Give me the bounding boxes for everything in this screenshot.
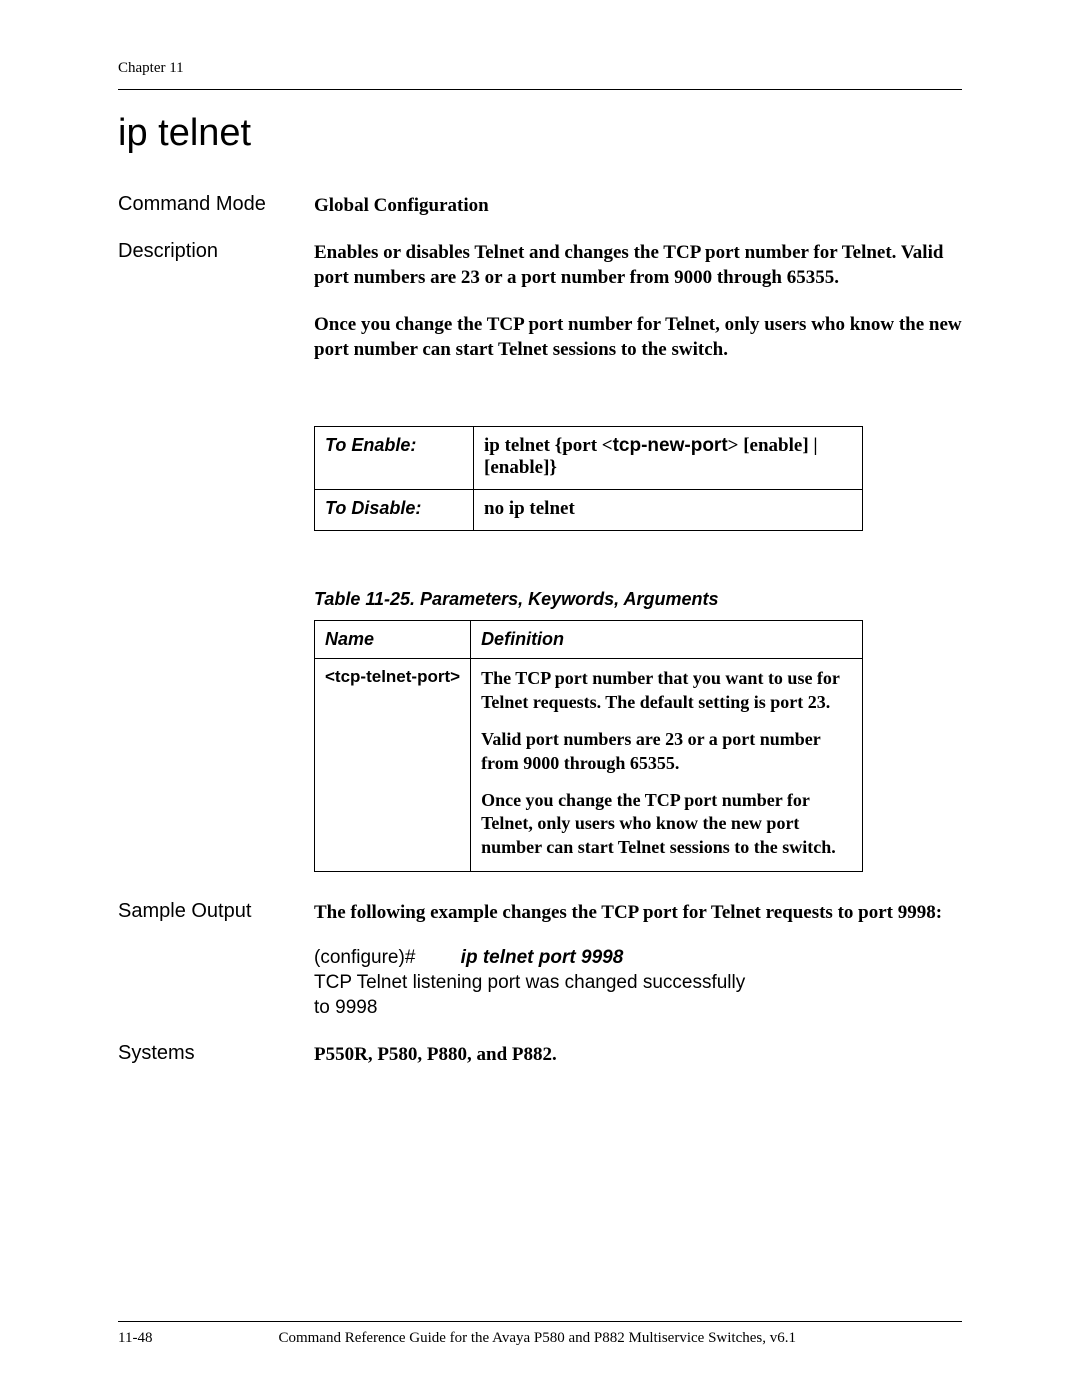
table-row: To Disable: no ip telnet bbox=[315, 490, 863, 531]
header-rule bbox=[118, 89, 962, 90]
cli-response-line-2: to 9998 bbox=[314, 995, 942, 1020]
command-mode-value: Global Configuration bbox=[314, 193, 962, 218]
parameters-table-caption: Table 11-25. Parameters, Keywords, Argum… bbox=[314, 589, 962, 610]
footer-spacer bbox=[922, 1330, 962, 1347]
footer-title: Command Reference Guide for the Avaya P5… bbox=[152, 1330, 922, 1347]
description-body: Enables or disables Telnet and changes t… bbox=[314, 240, 962, 384]
page-footer: 11-48 Command Reference Guide for the Av… bbox=[118, 1321, 962, 1347]
description-para-2: Once you change the TCP port number for … bbox=[314, 312, 962, 362]
sample-output-intro: The following example changes the TCP po… bbox=[314, 900, 942, 925]
sample-output-row: Sample Output The following example chan… bbox=[118, 900, 962, 1020]
table-row: Name Definition bbox=[315, 621, 863, 659]
enable-label-cell: To Enable: bbox=[315, 427, 474, 490]
param-def-para-3: Once you change the TCP port number for … bbox=[481, 789, 852, 859]
parameters-table-wrap: Table 11-25. Parameters, Keywords, Argum… bbox=[314, 589, 962, 872]
description-label: Description bbox=[118, 240, 314, 384]
command-mode-row: Command Mode Global Configuration bbox=[118, 193, 962, 218]
cli-block: (configure)# ip telnet port 9998 TCP Tel… bbox=[314, 945, 942, 1020]
footer-page-number: 11-48 bbox=[118, 1330, 152, 1347]
enable-disable-table: To Enable: ip telnet {port <tcp-new-port… bbox=[314, 426, 863, 531]
param-def-para-2: Valid port numbers are 23 or a port numb… bbox=[481, 728, 852, 775]
command-mode-label: Command Mode bbox=[118, 193, 314, 218]
enable-syntax-arg: tcp-new-port bbox=[613, 435, 728, 456]
enable-value-cell: ip telnet {port <tcp-new-port> [enable] … bbox=[474, 427, 863, 490]
chapter-header: Chapter 11 bbox=[118, 60, 962, 77]
document-page: Chapter 11 ip telnet Command Mode Global… bbox=[0, 0, 1080, 1397]
page-title: ip telnet bbox=[118, 112, 962, 155]
param-definition-cell: The TCP port number that you want to use… bbox=[471, 659, 863, 872]
parameters-table: Name Definition <tcp-telnet-port> The TC… bbox=[314, 620, 863, 872]
description-row: Description Enables or disables Telnet a… bbox=[118, 240, 962, 384]
systems-label: Systems bbox=[118, 1042, 314, 1067]
footer-rule bbox=[118, 1321, 962, 1322]
table-row: <tcp-telnet-port> The TCP port number th… bbox=[315, 659, 863, 872]
param-header-definition: Definition bbox=[471, 621, 863, 659]
cli-response-line-1: TCP Telnet listening port was changed su… bbox=[314, 970, 942, 995]
enable-disable-table-wrap: To Enable: ip telnet {port <tcp-new-port… bbox=[314, 426, 962, 531]
param-header-name: Name bbox=[315, 621, 471, 659]
systems-row: Systems P550R, P580, P880, and P882. bbox=[118, 1042, 962, 1067]
sample-output-label: Sample Output bbox=[118, 900, 314, 1020]
disable-label-cell: To Disable: bbox=[315, 490, 474, 531]
cli-command: ip telnet port 9998 bbox=[461, 945, 624, 970]
description-para-1: Enables or disables Telnet and changes t… bbox=[314, 240, 962, 290]
cli-prompt: (configure)# bbox=[314, 947, 415, 968]
table-row: To Enable: ip telnet {port <tcp-new-port… bbox=[315, 427, 863, 490]
enable-syntax-prefix: ip telnet {port < bbox=[484, 435, 613, 456]
systems-value: P550R, P580, P880, and P882. bbox=[314, 1042, 962, 1067]
param-def-para-1: The TCP port number that you want to use… bbox=[481, 667, 852, 714]
disable-value-cell: no ip telnet bbox=[474, 490, 863, 531]
sample-output-body: The following example changes the TCP po… bbox=[314, 900, 942, 1020]
param-name-cell: <tcp-telnet-port> bbox=[315, 659, 471, 872]
footer-row: 11-48 Command Reference Guide for the Av… bbox=[118, 1330, 962, 1347]
